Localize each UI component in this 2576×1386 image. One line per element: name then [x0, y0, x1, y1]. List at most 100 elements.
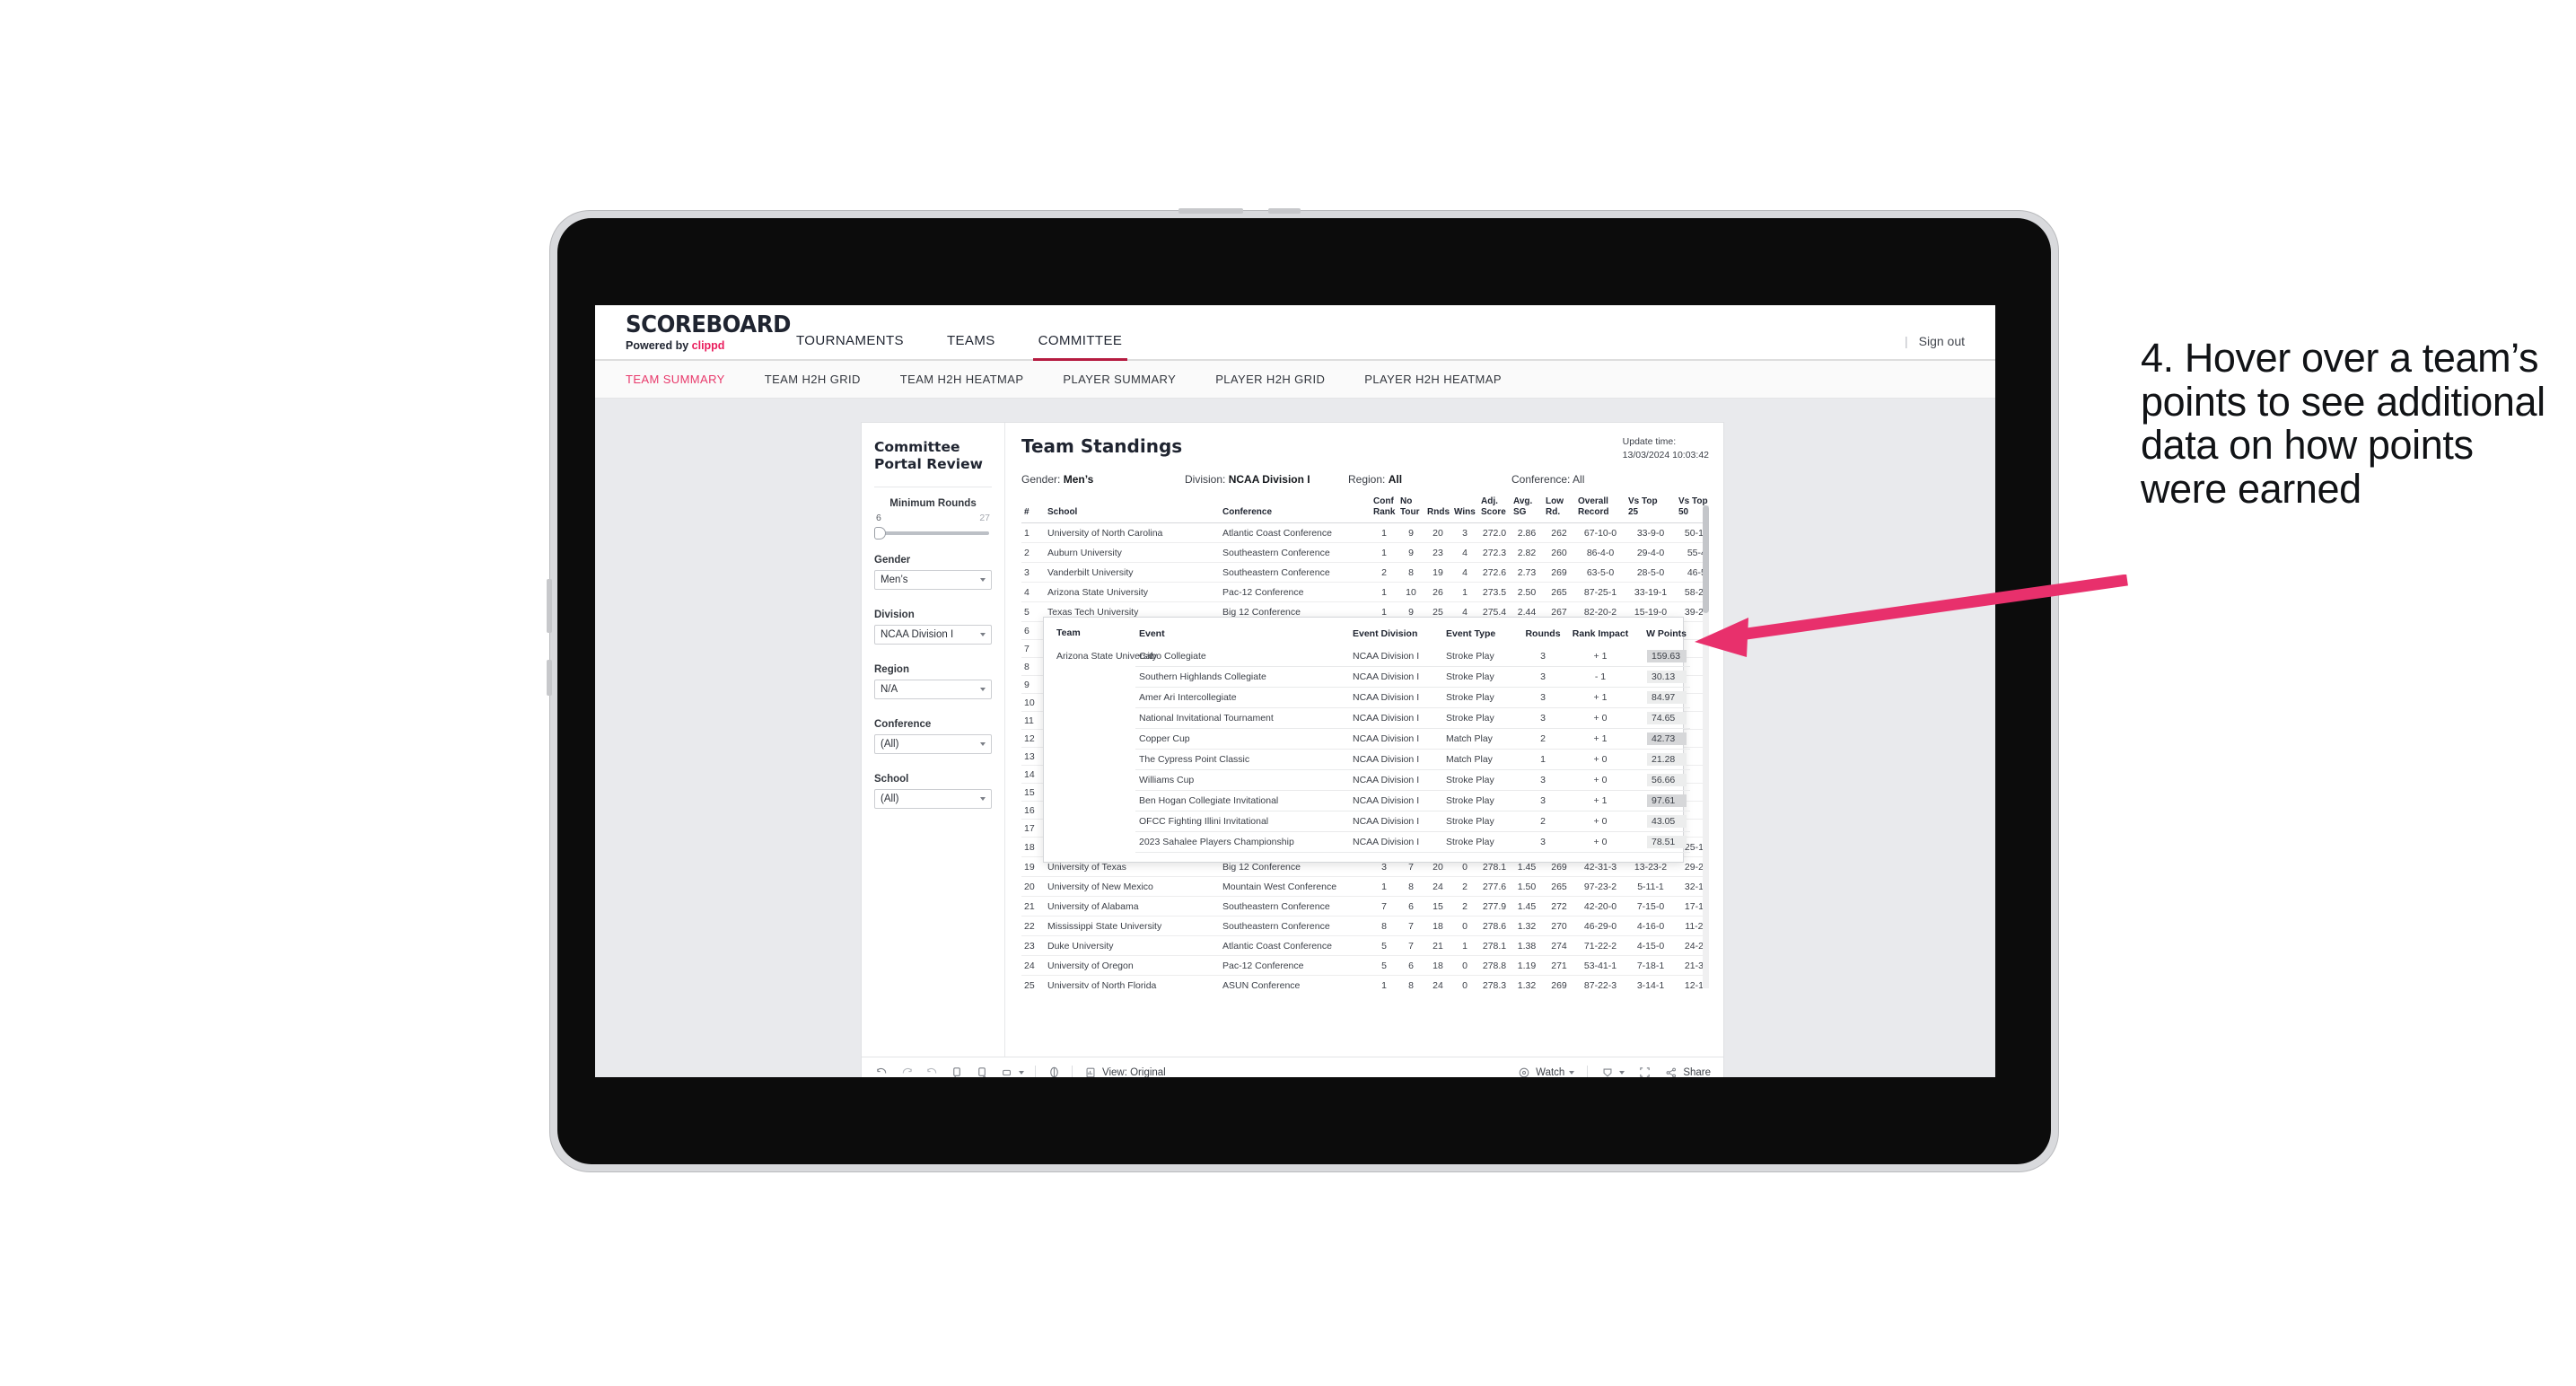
table-row[interactable]: 24 University of Oregon Pac-12 Conference 5… [1021, 955, 1709, 977]
filter-conference-select[interactable]: (All) [874, 733, 992, 754]
col-low-rd[interactable]: Low Rd. [1543, 495, 1575, 524]
volume-up-button[interactable] [1178, 208, 1243, 214]
col-school[interactable]: School [1045, 495, 1220, 524]
tooltip-cell-division: NCAA Division I [1349, 645, 1442, 667]
table-row[interactable]: 4 Arizona State University Pac-12 Conferen… [1021, 582, 1709, 603]
cell-conf-rank: 1 [1371, 542, 1398, 564]
minimum-rounds-slider[interactable] [874, 526, 989, 539]
cell-no-tour: 8 [1398, 876, 1424, 898]
cell-school: University of Alabama [1045, 896, 1220, 917]
col-rnds[interactable]: Rnds [1424, 495, 1451, 524]
tooltip-row: Copper Cup NCAA Division I Match Play 2 + 1 4… [1053, 728, 1690, 750]
cell-rank: 12 [1021, 729, 1045, 749]
view-original-button[interactable]: View: Original [1083, 1066, 1166, 1077]
cell-low-rd: 272 [1543, 896, 1575, 917]
side-button[interactable] [547, 660, 552, 696]
cell-rank: 11 [1021, 711, 1045, 731]
table-row[interactable]: 25 University of North Florida ASUN Confer… [1021, 975, 1709, 989]
nav-item-committee[interactable]: COMMITTEE [1017, 333, 1144, 361]
col-wins[interactable]: Wins [1451, 495, 1478, 524]
col-adj-score[interactable]: Adj. Score [1478, 495, 1511, 524]
undo-icon[interactable] [874, 1066, 889, 1078]
tooltip-cell-division: NCAA Division I [1349, 728, 1442, 750]
cell-rank: 16 [1021, 801, 1045, 820]
tab-team-h2h-heatmap[interactable]: TEAM H2H HEATMAP [881, 373, 1044, 386]
cell-vs-top-25: 5-11-1 [1625, 876, 1676, 898]
cell-avg-sg: 1.19 [1511, 955, 1543, 977]
cell-rank: 21 [1021, 896, 1045, 917]
tooltip-w-points-value: 56.66 [1647, 773, 1687, 786]
pause-updates-icon[interactable] [975, 1066, 989, 1077]
cell-conf-rank: 7 [1371, 896, 1398, 917]
filter-gender-select[interactable]: Men’s [874, 569, 992, 590]
filter-summary-division-label: Division: [1185, 473, 1226, 487]
minimum-rounds-slider-thumb[interactable] [874, 526, 886, 539]
col-vs-top-25[interactable]: Vs Top 25 [1625, 495, 1676, 524]
cell-vs-top-25: 7-15-0 [1625, 896, 1676, 917]
table-row[interactable]: 21 University of Alabama Southeastern Conf… [1021, 896, 1709, 917]
redo-icon[interactable] [899, 1066, 914, 1078]
nav-item-teams[interactable]: TEAMS [925, 333, 1017, 359]
tooltip-cell-rank-impact: + 1 [1566, 687, 1634, 708]
refresh-data-icon[interactable] [950, 1066, 964, 1077]
secondary-tab-bar: TEAM SUMMARY TEAM H2H GRID TEAM H2H HEAT… [595, 361, 1995, 399]
volume-down-button[interactable] [1268, 208, 1301, 214]
cell-rank: 14 [1021, 765, 1045, 785]
tooltip-cell-w-points: 56.66 [1634, 769, 1690, 791]
filter-division-select[interactable]: NCAA Division I [874, 624, 992, 645]
table-row[interactable]: 22 Mississippi State University Southeaste… [1021, 916, 1709, 937]
brand-title: SCOREBOARD [626, 311, 791, 338]
minimum-rounds-max-value: 27 [979, 512, 990, 523]
sign-out-link[interactable]: Sign out [1919, 334, 1965, 348]
cell-rnds: 26 [1424, 582, 1451, 603]
primary-nav-links: TOURNAMENTS TEAMS COMMITTEE [775, 305, 1144, 361]
annotation-text: 4. Hover over a team’s points to see add… [2141, 335, 2545, 512]
col-conference[interactable]: Conference [1220, 495, 1371, 524]
table-row[interactable]: 1 University of North Carolina Atlantic Co… [1021, 522, 1709, 544]
filter-region: Region N/A [874, 664, 992, 699]
slideshow-icon[interactable] [1047, 1066, 1061, 1077]
cell-school: University of Oregon [1045, 955, 1220, 977]
tab-team-h2h-grid[interactable]: TEAM H2H GRID [745, 373, 881, 386]
filter-summary-gender-value: Men’s [1063, 473, 1094, 487]
tab-player-h2h-heatmap[interactable]: PLAYER H2H HEATMAP [1345, 373, 1521, 386]
cell-no-tour: 6 [1398, 955, 1424, 977]
power-button[interactable] [547, 579, 552, 633]
fullscreen-icon[interactable] [1637, 1066, 1652, 1078]
share-button[interactable]: Share [1664, 1066, 1711, 1077]
col-avg-sg[interactable]: Avg. SG [1511, 495, 1543, 524]
filter-school-select[interactable]: (All) [874, 788, 992, 809]
toolbar-divider [1072, 1065, 1073, 1077]
revert-icon[interactable] [924, 1066, 939, 1078]
device-layout-menu[interactable] [1000, 1066, 1024, 1078]
cell-low-rd: 262 [1543, 522, 1575, 544]
cell-avg-sg: 2.86 [1511, 522, 1543, 544]
brand-logo[interactable]: SCOREBOARD Powered by clippd [595, 311, 791, 359]
cell-adj-score: 272.6 [1478, 562, 1511, 583]
watch-button[interactable]: Watch [1517, 1066, 1575, 1077]
cell-rank: 20 [1021, 876, 1045, 898]
col-rank[interactable]: # [1021, 495, 1045, 524]
col-conf-rank[interactable]: Conf Rank [1371, 495, 1398, 524]
cell-conf-rank: 1 [1371, 582, 1398, 603]
tab-player-summary[interactable]: PLAYER SUMMARY [1043, 373, 1196, 386]
filter-summary-region-value: All [1388, 473, 1403, 487]
download-button[interactable] [1600, 1066, 1625, 1078]
col-overall-record[interactable]: Overall Record [1575, 495, 1625, 524]
table-row[interactable]: 20 University of New Mexico Mountain West … [1021, 876, 1709, 898]
table-row[interactable]: 23 Duke University Atlantic Coast Conferen… [1021, 935, 1709, 957]
nav-item-tournaments[interactable]: TOURNAMENTS [775, 333, 925, 359]
tooltip-cell-event: The Cypress Point Classic [1135, 749, 1349, 770]
cell-rank: 13 [1021, 747, 1045, 767]
col-no-tour[interactable]: No Tour [1398, 495, 1424, 524]
table-row[interactable]: 2 Auburn University Southeastern Conferenc… [1021, 542, 1709, 564]
tab-team-summary[interactable]: TEAM SUMMARY [626, 373, 745, 386]
cell-overall-record: 87-25-1 [1575, 582, 1625, 603]
cell-rank: 9 [1021, 675, 1045, 695]
cell-rank: 15 [1021, 783, 1045, 803]
table-row[interactable]: 3 Vanderbilt University Southeastern Confe… [1021, 562, 1709, 583]
minimum-rounds-label: Minimum Rounds [889, 497, 977, 509]
cell-rank: 3 [1021, 562, 1045, 583]
tab-player-h2h-grid[interactable]: PLAYER H2H GRID [1196, 373, 1345, 386]
filter-region-select[interactable]: N/A [874, 679, 992, 699]
